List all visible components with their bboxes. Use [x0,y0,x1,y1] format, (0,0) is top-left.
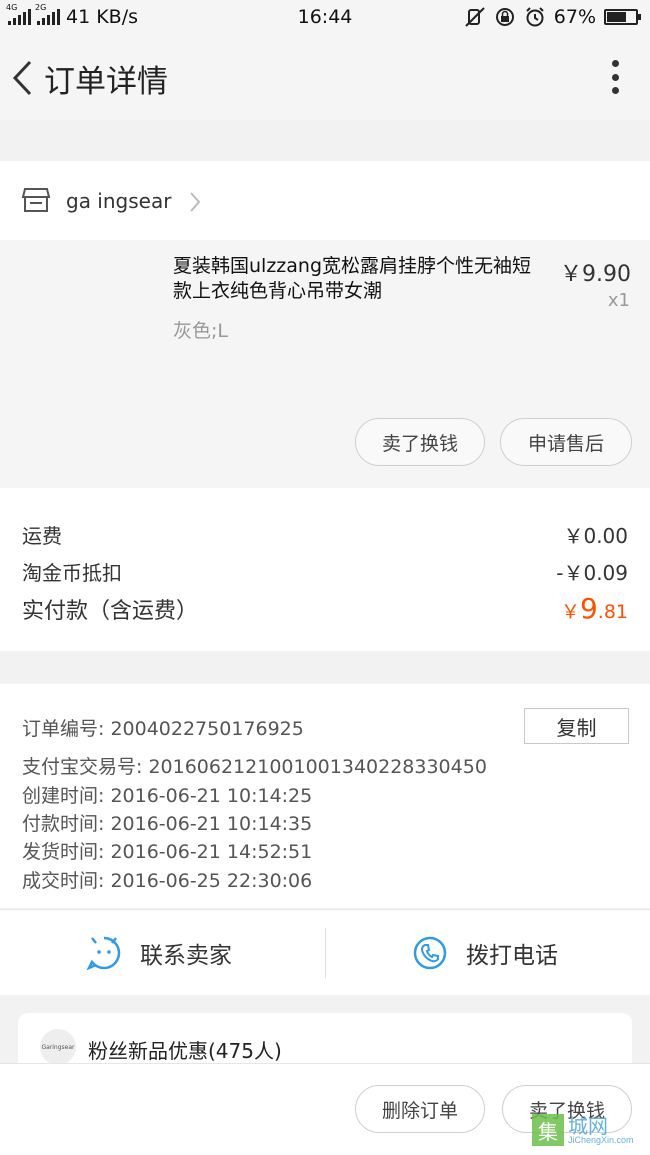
call-phone-label: 拨打电话 [466,943,558,969]
order-number: 订单编号: 2004022750176925 [22,718,304,740]
copy-button[interactable]: 复制 [524,708,629,744]
chevron-right-icon [190,192,201,212]
alarm-icon [526,7,544,27]
coin-discount-label: 淘金币抵扣 [22,561,122,585]
mute-icon [465,7,485,27]
paid-time: 付款时间: 2016-06-21 10:14:35 [22,813,313,835]
watermark-en: JiChengXin.com [568,1134,634,1145]
fee-summary: 运费 ￥0.00 淘金币抵扣 -￥0.09 实付款（含运费） ￥9.81 [0,488,650,651]
alipay-trade-number: 支付宝交易号: 2016062121001001340228330450 [22,756,487,778]
total-label: 实付款（含运费） [22,599,199,624]
shop-row[interactable]: ga ingsear [0,161,650,241]
order-info: 订单编号: 2004022750176925 复制 支付宝交易号: 201606… [0,684,650,908]
watermark: 集 城网 JiChengXin.com [532,1105,644,1155]
store-icon [22,188,50,212]
app-header: 订单详情 [0,34,650,120]
watermark-cn: 城网 [568,1113,608,1138]
product-image[interactable] [20,254,158,392]
product-item[interactable]: 夏装韩国ulzzang宽松露肩挂脖个性无袖短款上衣纯色背心吊带女潮 灰色;L ￥… [0,240,650,488]
shipped-time: 发货时间: 2016-06-21 14:52:51 [22,841,313,863]
product-quantity: x1 [607,290,630,311]
shop-name: ga ingsear [66,189,172,213]
shipping-label: 运费 [22,524,62,548]
status-bar: 4G 2G 41 KB/s 16:44 67% [0,0,650,34]
phone-icon [413,936,447,970]
contact-bar: 联系卖家 拨打电话 [0,909,650,995]
total-value: ￥9.81 [561,592,628,625]
battery-percent: 67% [553,6,596,28]
shipping-row: 运费 ￥0.00 [22,520,628,549]
battery-icon [604,9,641,25]
after-sale-button[interactable]: 申请售后 [500,418,632,466]
more-menu-icon[interactable] [612,60,620,94]
call-phone-button[interactable]: 拨打电话 [412,910,558,996]
divider [325,928,326,978]
shipping-value: ￥0.00 [563,524,628,548]
watermark-text: 城网 JiChengXin.com [568,1116,634,1145]
fans-promo-text: 粉丝新品优惠(475人) [88,1039,282,1063]
back-arrow-icon[interactable] [10,58,34,98]
delete-order-button[interactable]: 删除订单 [355,1085,485,1133]
contact-seller-button[interactable]: 联系卖家 [86,910,232,996]
total-decimal: .81 [597,601,628,623]
total-integer: 9 [579,592,598,625]
created-time: 创建时间: 2016-06-21 10:14:25 [22,785,313,807]
coin-discount-value: -￥0.09 [556,561,628,585]
total-currency: ￥ [560,601,580,623]
watermark-logo: 集 [532,1114,564,1146]
product-sku: 灰色;L [173,320,228,342]
sell-item-button[interactable]: 卖了换钱 [355,418,485,466]
rotation-lock-icon [495,8,514,26]
product-title[interactable]: 夏装韩国ulzzang宽松露肩挂脖个性无袖短款上衣纯色背心吊带女潮 [173,254,538,304]
chat-icon [86,936,121,971]
status-right: 67% [464,0,641,34]
page-title: 订单详情 [44,64,168,100]
battery-fill [607,12,626,22]
total-row: 实付款（含运费） ￥9.81 [22,592,628,625]
coin-discount-row: 淘金币抵扣 -￥0.09 [22,557,628,586]
shop-logo: Garingsear [40,1029,76,1065]
product-price: ￥9.90 [560,262,631,287]
contact-seller-label: 联系卖家 [140,943,232,969]
completed-time: 成交时间: 2016-06-25 22:30:06 [22,870,313,892]
